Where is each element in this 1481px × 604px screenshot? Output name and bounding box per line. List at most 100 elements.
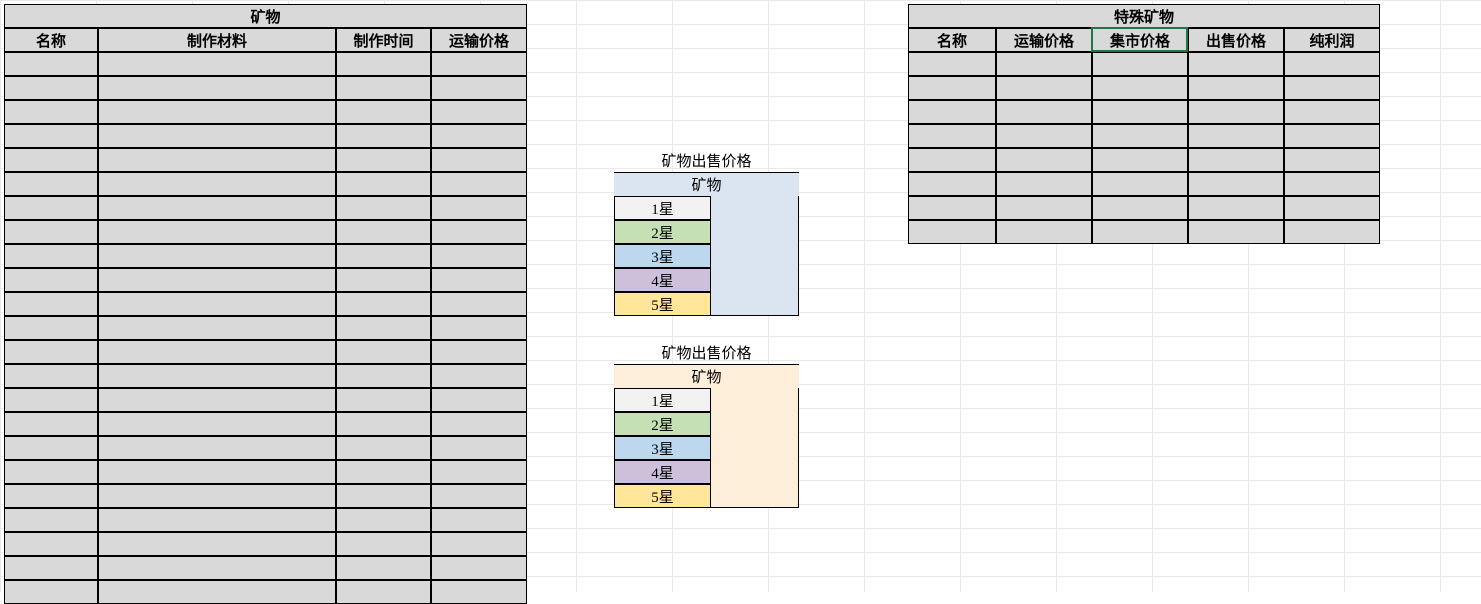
- right-table-cell[interactable]: [1284, 100, 1380, 124]
- left-table-cell[interactable]: [4, 172, 98, 196]
- right-table-cell[interactable]: [1188, 148, 1284, 172]
- left-table-cell[interactable]: [4, 244, 98, 268]
- spreadsheet[interactable]: 矿物名称制作材料制作时间运输价格特殊矿物名称运输价格集市价格出售价格纯利润矿物出…: [0, 0, 1481, 592]
- left-table-cell[interactable]: [336, 52, 431, 76]
- left-table-cell[interactable]: [431, 268, 527, 292]
- left-table-cell[interactable]: [431, 484, 527, 508]
- left-table-cell[interactable]: [4, 148, 98, 172]
- right-table-col-4[interactable]: 纯利润: [1284, 28, 1380, 52]
- right-table-cell[interactable]: [1188, 124, 1284, 148]
- left-table-cell[interactable]: [336, 124, 431, 148]
- price-block-0-star-4[interactable]: 4星: [614, 268, 711, 292]
- right-table-cell[interactable]: [1188, 76, 1284, 100]
- price-block-0-title[interactable]: 矿物出售价格: [614, 148, 799, 172]
- right-table-cell[interactable]: [996, 148, 1092, 172]
- left-table-cell[interactable]: [431, 52, 527, 76]
- left-table-cell[interactable]: [336, 460, 431, 484]
- left-table-cell[interactable]: [336, 100, 431, 124]
- right-table-title[interactable]: 特殊矿物: [908, 4, 1380, 28]
- right-table-cell[interactable]: [1092, 100, 1188, 124]
- left-table-cell[interactable]: [98, 460, 336, 484]
- left-table-cell[interactable]: [4, 460, 98, 484]
- left-table-cell[interactable]: [336, 436, 431, 460]
- left-table-cell[interactable]: [98, 124, 336, 148]
- left-table-cell[interactable]: [336, 364, 431, 388]
- left-table-cell[interactable]: [336, 532, 431, 556]
- left-table-cell[interactable]: [4, 364, 98, 388]
- price-block-0-star-5[interactable]: 5星: [614, 292, 711, 316]
- left-table-cell[interactable]: [431, 316, 527, 340]
- left-table-cell[interactable]: [336, 220, 431, 244]
- right-table-cell[interactable]: [908, 196, 996, 220]
- price-block-0-star-1[interactable]: 1星: [614, 196, 711, 220]
- left-table-cell[interactable]: [431, 100, 527, 124]
- right-table-cell[interactable]: [1188, 220, 1284, 244]
- price-block-1-title[interactable]: 矿物出售价格: [614, 340, 799, 364]
- left-table-cell[interactable]: [98, 52, 336, 76]
- left-table-cell[interactable]: [431, 532, 527, 556]
- left-table-cell[interactable]: [98, 436, 336, 460]
- left-table-cell[interactable]: [336, 76, 431, 100]
- price-block-1-value-area[interactable]: [711, 388, 799, 508]
- right-table-cell[interactable]: [1092, 172, 1188, 196]
- price-block-1-star-4[interactable]: 4星: [614, 460, 711, 484]
- left-table-col-2[interactable]: 制作时间: [336, 28, 431, 52]
- left-table-cell[interactable]: [4, 52, 98, 76]
- left-table-cell[interactable]: [336, 292, 431, 316]
- left-table-cell[interactable]: [4, 340, 98, 364]
- right-table-cell[interactable]: [1092, 148, 1188, 172]
- right-table-cell[interactable]: [1284, 52, 1380, 76]
- price-block-1-star-5[interactable]: 5星: [614, 484, 711, 508]
- left-table-cell[interactable]: [431, 220, 527, 244]
- right-table-col-2[interactable]: 集市价格: [1092, 28, 1188, 52]
- price-block-0-value-area[interactable]: [711, 196, 799, 316]
- left-table-cell[interactable]: [4, 412, 98, 436]
- left-table-cell[interactable]: [336, 316, 431, 340]
- left-table-cell[interactable]: [98, 340, 336, 364]
- left-table-cell[interactable]: [98, 556, 336, 580]
- left-table-cell[interactable]: [336, 244, 431, 268]
- price-block-0-star-2[interactable]: 2星: [614, 220, 711, 244]
- left-table-cell[interactable]: [4, 124, 98, 148]
- left-table-cell[interactable]: [336, 484, 431, 508]
- left-table-cell[interactable]: [431, 556, 527, 580]
- right-table-cell[interactable]: [996, 172, 1092, 196]
- left-table-cell[interactable]: [336, 556, 431, 580]
- left-table-cell[interactable]: [336, 580, 431, 604]
- price-block-1-subtitle[interactable]: 矿物: [614, 364, 799, 388]
- right-table-cell[interactable]: [1092, 124, 1188, 148]
- right-table-cell[interactable]: [996, 100, 1092, 124]
- left-table-cell[interactable]: [431, 340, 527, 364]
- left-table-cell[interactable]: [4, 100, 98, 124]
- left-table-cell[interactable]: [431, 124, 527, 148]
- right-table-cell[interactable]: [908, 220, 996, 244]
- right-table-cell[interactable]: [996, 124, 1092, 148]
- right-table-cell[interactable]: [1284, 124, 1380, 148]
- right-table-col-3[interactable]: 出售价格: [1188, 28, 1284, 52]
- left-table-title[interactable]: 矿物: [4, 4, 527, 28]
- left-table-cell[interactable]: [431, 196, 527, 220]
- left-table-cell[interactable]: [4, 196, 98, 220]
- left-table-cell[interactable]: [4, 484, 98, 508]
- right-table-cell[interactable]: [1092, 220, 1188, 244]
- right-table-cell[interactable]: [996, 52, 1092, 76]
- left-table-cell[interactable]: [98, 532, 336, 556]
- right-table-cell[interactable]: [908, 124, 996, 148]
- right-table-cell[interactable]: [1188, 100, 1284, 124]
- left-table-cell[interactable]: [431, 388, 527, 412]
- left-table-cell[interactable]: [336, 196, 431, 220]
- left-table-cell[interactable]: [98, 484, 336, 508]
- right-table-cell[interactable]: [1092, 52, 1188, 76]
- right-table-cell[interactable]: [996, 220, 1092, 244]
- right-table-cell[interactable]: [996, 76, 1092, 100]
- left-table-cell[interactable]: [336, 268, 431, 292]
- left-table-cell[interactable]: [98, 220, 336, 244]
- right-table-col-0[interactable]: 名称: [908, 28, 996, 52]
- right-table-cell[interactable]: [908, 52, 996, 76]
- left-table-cell[interactable]: [336, 172, 431, 196]
- left-table-cell[interactable]: [98, 412, 336, 436]
- left-table-cell[interactable]: [336, 388, 431, 412]
- left-table-cell[interactable]: [431, 460, 527, 484]
- left-table-cell[interactable]: [431, 364, 527, 388]
- price-block-1-star-1[interactable]: 1星: [614, 388, 711, 412]
